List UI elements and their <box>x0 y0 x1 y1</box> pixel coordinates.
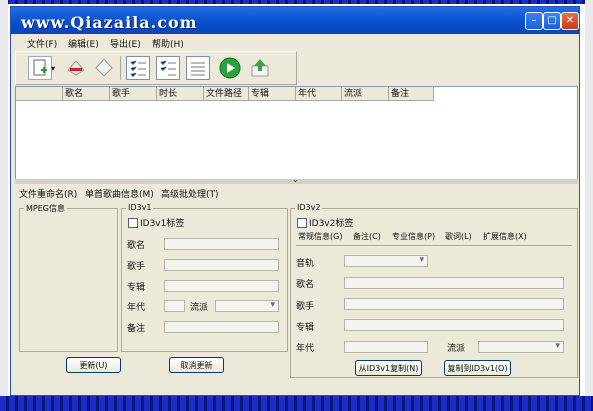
remove-icon[interactable] <box>64 56 86 78</box>
id3v2-title: ID3v2 <box>295 203 323 212</box>
column-header-genre[interactable]: 流派 <box>342 87 389 101</box>
panel-splitter[interactable]: ⌄ <box>15 175 578 184</box>
checklist-alt-icon[interactable] <box>156 56 180 80</box>
id3v1-comment-field[interactable] <box>164 321 279 333</box>
id3v1-title: ID3v1 <box>126 203 154 212</box>
column-header-comment[interactable]: 备注 <box>389 87 434 101</box>
maximize-button[interactable]: □ <box>543 12 561 30</box>
update-button[interactable]: 更新(U) <box>66 357 121 373</box>
id3v1-artist-field[interactable] <box>164 259 279 271</box>
mpeg-info-title: MPEG信息 <box>24 203 67 214</box>
subtab-extended-info[interactable]: 扩展信息(X) <box>483 231 527 242</box>
id3v1-tag-checkbox[interactable] <box>128 218 138 228</box>
column-header-blank[interactable] <box>16 87 63 101</box>
id3v2-track-label: 音轨 <box>296 259 315 269</box>
column-header-album[interactable]: 专辑 <box>249 87 296 101</box>
id3v2-tag-checkbox[interactable] <box>297 218 307 228</box>
id3v1-artist-label: 歌手 <box>127 262 146 272</box>
id3v2-artist-field[interactable] <box>344 298 564 310</box>
collapse-arrow-icon[interactable]: ⌄ <box>292 175 299 184</box>
song-list[interactable]: 歌名 歌手 时长 文件路径 专辑 年代 流派 备注 <box>15 86 578 180</box>
toolbar: ▾ <box>15 51 297 85</box>
subtab-comment[interactable]: 备注(C) <box>353 231 381 242</box>
id3v2-year-field[interactable] <box>344 341 428 353</box>
checklist-icon[interactable] <box>126 56 150 80</box>
id3v2-year-label: 年代 <box>296 344 315 354</box>
id3v1-comment-label: 备注 <box>127 324 146 334</box>
id3v1-year-field[interactable] <box>164 300 185 312</box>
id3v1-song-name-field[interactable] <box>164 238 279 250</box>
close-button[interactable]: ✕ <box>561 12 579 30</box>
tab-single-song-info[interactable]: 单首歌曲信息(M) <box>85 187 154 200</box>
tab-file-rename[interactable]: 文件重命名(R) <box>19 187 77 200</box>
column-header-file-path[interactable]: 文件路径 <box>204 87 249 101</box>
add-file-icon[interactable] <box>28 56 52 80</box>
tab-bar: 文件重命名(R) 单首歌曲信息(M) 高级批处理(T) <box>15 185 576 201</box>
id3v1-album-label: 专辑 <box>127 283 146 293</box>
bottom-border-strip <box>0 396 593 411</box>
menu-help[interactable]: 帮助(H) <box>152 37 184 50</box>
app-window: www.Qiazaila.com – □ ✕ 文件(F) 编辑(E) 导出(E)… <box>10 6 580 396</box>
minimize-button[interactable]: – <box>525 12 543 30</box>
menu-bar: 文件(F) 编辑(E) 导出(E) 帮助(H) <box>11 35 579 50</box>
list-icon[interactable] <box>186 56 210 80</box>
column-header-song-name[interactable]: 歌名 <box>63 87 110 101</box>
export-icon[interactable] <box>248 56 270 78</box>
id3v2-group: ID3v2 ID3v2标签 常规信息(G) 备注(C) 专业信息(P) 歌词(L… <box>290 203 578 378</box>
subtab-professional-info[interactable]: 专业信息(P) <box>392 231 435 242</box>
id3v2-subtab-bar: 常规信息(G) 备注(C) 专业信息(P) 歌词(L) 扩展信息(X) <box>296 231 572 246</box>
id3v2-album-label: 专辑 <box>296 323 315 333</box>
id3v1-group: ID3v1 ID3v1标签 歌名 歌手 专辑 年代 流派 备注 <box>121 203 288 352</box>
subtab-general-info[interactable]: 常规信息(G) <box>298 231 342 242</box>
play-icon[interactable] <box>218 56 241 79</box>
id3v2-album-field[interactable] <box>344 319 564 331</box>
id3v1-song-name-label: 歌名 <box>127 241 146 251</box>
id3v2-artist-label: 歌手 <box>296 302 315 312</box>
column-header-year[interactable]: 年代 <box>296 87 342 101</box>
copy-from-id3v1-button[interactable]: 从ID3v1复制(N) <box>355 360 422 376</box>
id3v1-tag-label: ID3v1标签 <box>140 219 185 229</box>
id3v2-track-select[interactable] <box>344 255 428 267</box>
tab-batch-processing[interactable]: 高级批处理(T) <box>161 187 219 200</box>
clear-icon[interactable] <box>92 56 114 78</box>
top-border-strip <box>0 0 593 4</box>
id3v2-tag-label: ID3v2标签 <box>309 219 354 229</box>
id3v1-genre-label: 流派 <box>190 303 209 313</box>
window-title: www.Qiazaila.com <box>21 13 198 32</box>
column-header-duration[interactable]: 时长 <box>157 87 204 101</box>
copy-to-id3v1-button[interactable]: 复制到ID3v1(O) <box>444 360 511 376</box>
id3v2-genre-select[interactable] <box>478 341 564 353</box>
id3v1-genre-select[interactable] <box>215 300 279 312</box>
id3v2-song-name-field[interactable] <box>344 277 564 289</box>
title-bar[interactable]: www.Qiazaila.com – □ ✕ <box>11 7 579 34</box>
id3v1-year-label: 年代 <box>127 303 146 313</box>
mpeg-info-group: MPEG信息 <box>19 203 118 352</box>
id3v2-genre-label: 流派 <box>447 344 466 354</box>
menu-edit[interactable]: 编辑(E) <box>68 37 99 50</box>
cancel-update-button[interactable]: 取消更新 <box>169 357 224 373</box>
menu-export[interactable]: 导出(E) <box>110 37 141 50</box>
id3v2-song-name-label: 歌名 <box>296 280 315 290</box>
subtab-lyrics[interactable]: 歌词(L) <box>445 231 472 242</box>
dropdown-arrow-icon[interactable]: ▾ <box>51 64 55 73</box>
toolbar-separator <box>120 56 121 80</box>
column-header-artist[interactable]: 歌手 <box>110 87 157 101</box>
menu-file[interactable]: 文件(F) <box>27 37 57 50</box>
id3v1-album-field[interactable] <box>164 280 279 292</box>
right-border <box>585 0 593 411</box>
left-border <box>0 0 8 411</box>
